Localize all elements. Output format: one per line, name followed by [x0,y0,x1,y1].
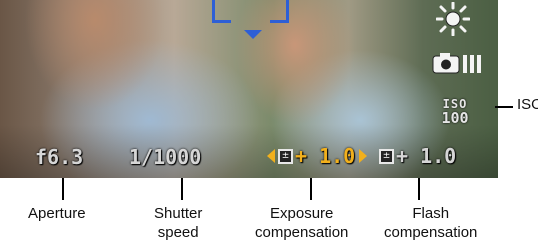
shutter-speed-label: Shutter speed [154,205,203,241]
arrow-right-icon[interactable] [359,149,368,163]
flash-comp-icon: ± [379,148,394,164]
iso-leader-line [495,106,513,108]
iso-icon: ISO 100 [440,97,470,129]
sun-icon [436,2,470,36]
iso-value: 100 [441,109,469,127]
flash-compensation-label: Flash compensation [384,205,478,241]
focus-indicator-icon [244,30,262,39]
exposure-compensation-value: + 1.0 [295,144,356,168]
shutter-speed-value: 1/1000 [129,145,202,169]
exposure-comp-icon: ± [278,148,293,164]
exposure-compensation-control[interactable]: ± + 1.0 [267,144,368,168]
flash-leader-line [418,178,420,200]
flash-compensation-control: ± + 1.0 [379,146,456,166]
focus-bracket-right-icon [270,0,289,23]
iso-label: ISO [517,96,538,113]
shutter-leader-line [181,178,183,200]
focus-bracket-left-icon [212,0,231,23]
aperture-label: Aperture [28,205,86,222]
camera-lcd-screen: ISO 100 f6.3 1/1000 ± + 1.0 ± + 1.0 [0,0,498,178]
camera-mode-icon [432,53,481,74]
aperture-leader-line [62,178,64,200]
exposure-leader-line [310,178,312,200]
aperture-value: f6.3 [35,145,84,169]
arrow-left-icon[interactable] [267,149,275,163]
exposure-compensation-label: Exposure compensation [255,205,349,241]
flash-compensation-value: + 1.0 [396,144,457,168]
